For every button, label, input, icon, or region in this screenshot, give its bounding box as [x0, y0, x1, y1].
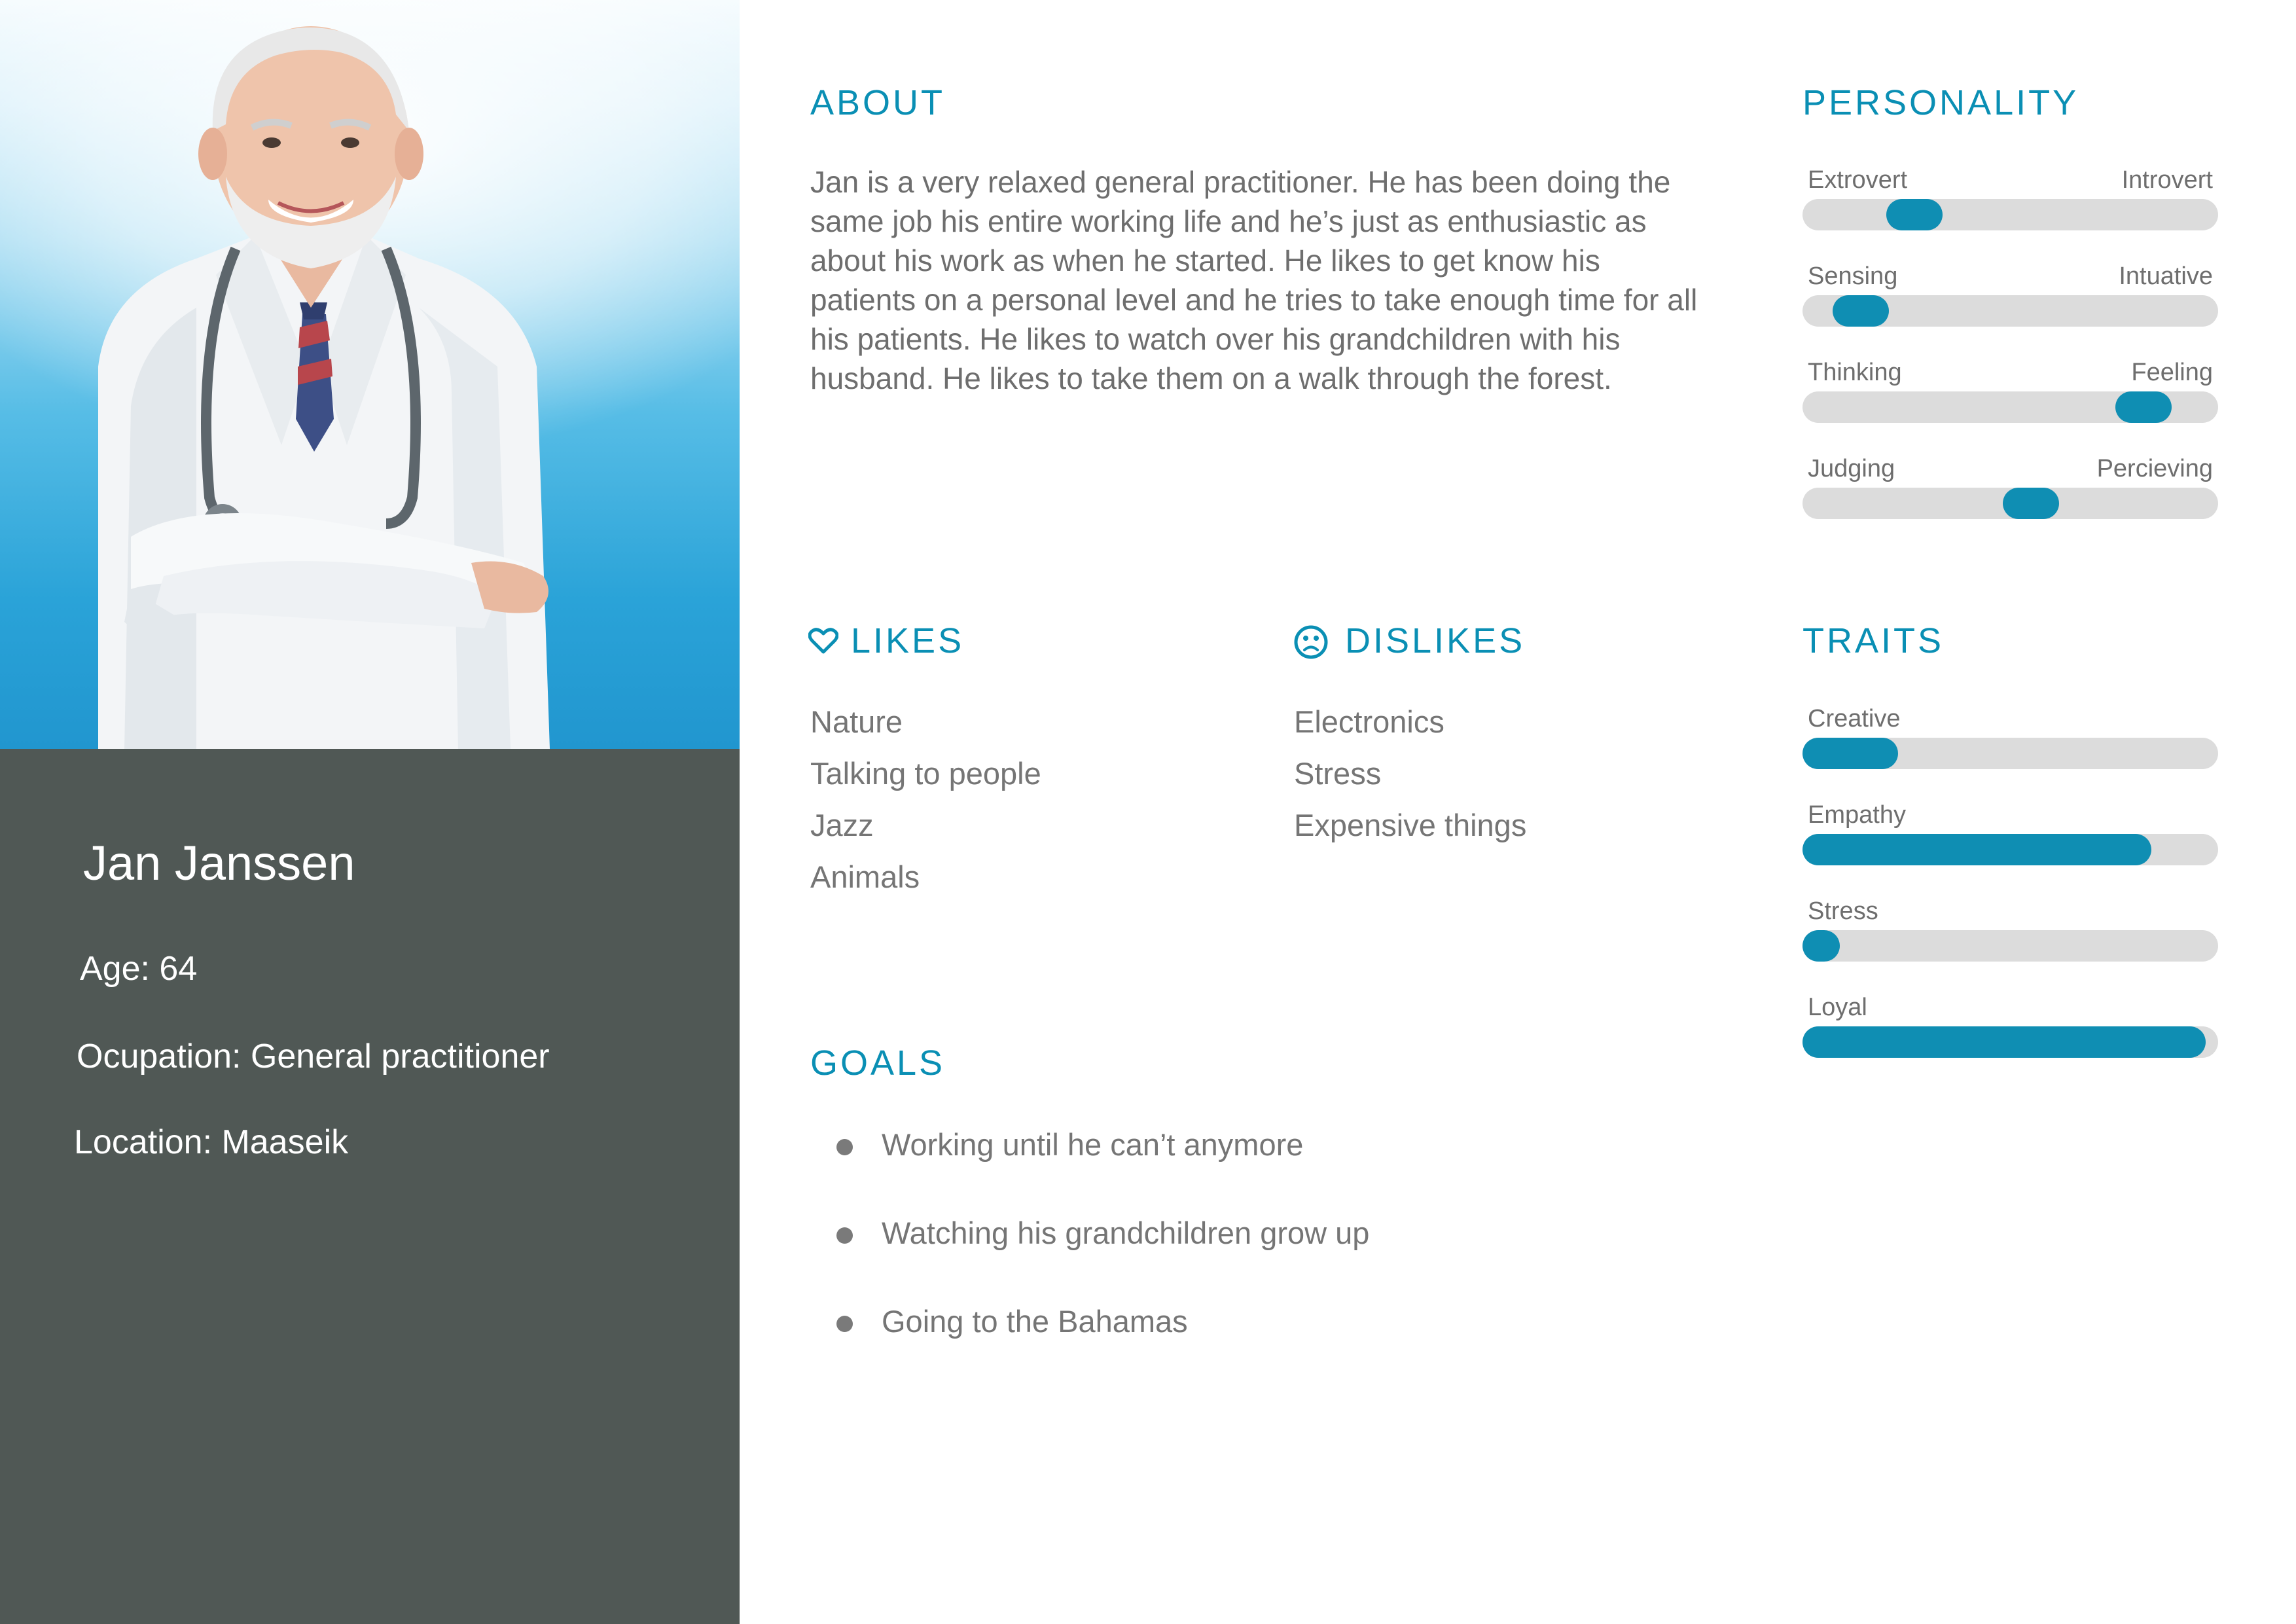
likes-heading: LIKES: [851, 621, 965, 660]
trait-fill: [1803, 930, 1840, 962]
like-item: Talking to people: [810, 756, 1041, 791]
persona-name: Jan Janssen: [83, 836, 355, 890]
trait-bar: [1803, 930, 2218, 962]
about-line: Jan is a very relaxed general practition…: [810, 165, 1671, 199]
trait-fill: [1803, 738, 1898, 769]
dislikes-heading: DISLIKES: [1345, 621, 1526, 660]
heart-icon: [808, 628, 838, 654]
dislike-item: Electronics: [1294, 704, 1444, 739]
trait-bar: [1803, 1026, 2218, 1058]
goal-item: Going to the Bahamas: [882, 1304, 1188, 1339]
goal-bullet: [836, 1139, 853, 1155]
like-item: Animals: [810, 859, 920, 894]
slider-knob: [2003, 488, 2059, 519]
personality-right-label: Introvert: [2121, 166, 2213, 194]
trait-label: Stress: [1808, 897, 1878, 925]
persona-photo: [0, 0, 740, 749]
like-item: Nature: [810, 704, 903, 739]
goal-bullet: [836, 1316, 853, 1332]
about-text: Jan is a very relaxed general practition…: [810, 162, 1740, 398]
personality-left-label: Extrovert: [1808, 166, 1908, 194]
trait-bar: [1803, 834, 2218, 865]
dislike-item: Expensive things: [1294, 808, 1527, 842]
slider-knob: [1886, 199, 1943, 230]
trait-label: Empathy: [1808, 801, 1906, 829]
goal-item: Watching his grandchildren grow up: [882, 1216, 1370, 1250]
personality-left-label: Sensing: [1808, 262, 1898, 290]
traits-heading: TRAITS: [1803, 621, 1945, 660]
dislike-item: Stress: [1294, 756, 1382, 791]
goal-bullet: [836, 1227, 853, 1244]
about-line: same job his entire working life and he’…: [810, 204, 1647, 238]
like-item: Jazz: [810, 808, 874, 842]
slider-knob: [2115, 391, 2172, 423]
about-heading: ABOUT: [810, 83, 946, 122]
sad-face-icon: [1294, 625, 1328, 659]
about-line: patients on a personal level and he trie…: [810, 283, 1698, 317]
doctor-illustration: [98, 26, 550, 749]
trait-label: Creative: [1808, 705, 1901, 732]
personality-slider: [1803, 391, 2218, 423]
personality-left-label: Thinking: [1808, 359, 1902, 386]
personality-slider: [1803, 199, 2218, 230]
slider-knob: [1833, 295, 1889, 327]
trait-fill: [1803, 834, 2151, 865]
personality-slider: [1803, 488, 2218, 519]
persona-age: Age: 64: [80, 950, 198, 988]
persona-location: Location: Maaseik: [74, 1123, 349, 1161]
about-line: his patients. He likes to watch over his…: [810, 322, 1621, 356]
personality-slider: [1803, 295, 2218, 327]
personality-right-label: Feeling: [2131, 359, 2213, 386]
goals-heading: GOALS: [810, 1043, 946, 1083]
trait-label: Loyal: [1808, 994, 1867, 1021]
personality-heading: PERSONALITY: [1803, 83, 2079, 122]
personality-right-label: Percieving: [2096, 455, 2213, 482]
trait-fill: [1803, 1026, 2206, 1058]
about-line: about his work as when he started. He li…: [810, 244, 1600, 278]
persona-occupation: Ocupation: General practitioner: [77, 1038, 550, 1075]
about-line: husband. He likes to take them on a walk…: [810, 361, 1612, 395]
personality-left-label: Judging: [1808, 455, 1895, 482]
personality-right-label: Intuative: [2119, 262, 2213, 290]
trait-bar: [1803, 738, 2218, 769]
goal-item: Working until he can’t anymore: [882, 1127, 1304, 1162]
